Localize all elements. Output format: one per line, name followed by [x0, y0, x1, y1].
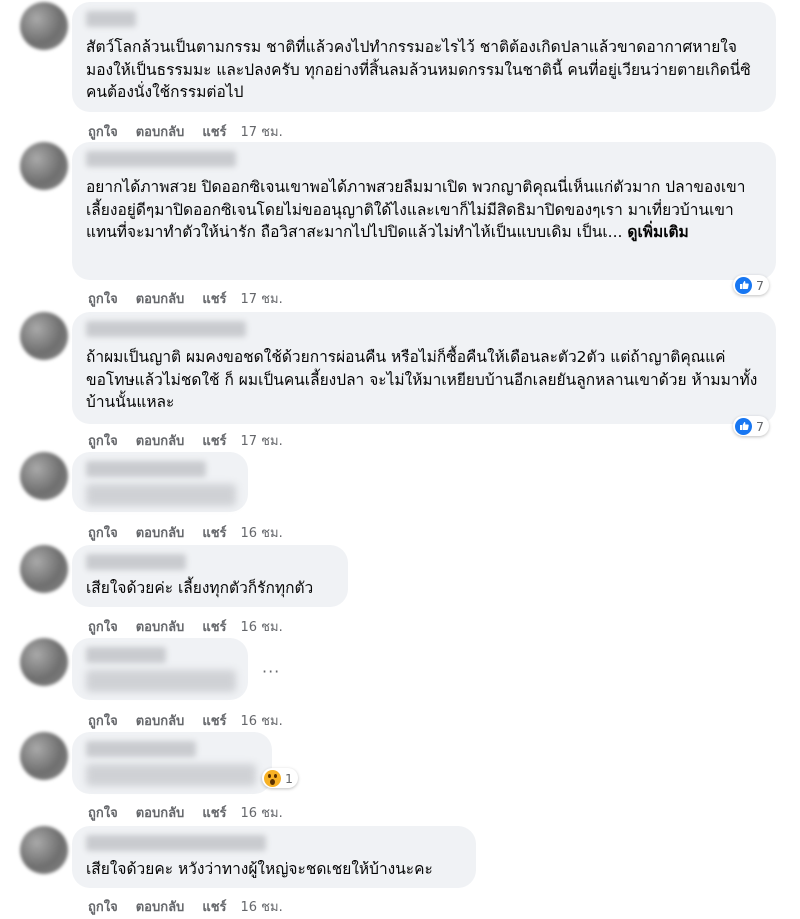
comment-actions: ถูกใจ ตอบกลับ แชร์ 16 ชม.	[88, 616, 301, 637]
avatar[interactable]	[20, 732, 68, 780]
comment-bubble: ถ้าผมเป็นญาติ ผมคงขอชดใช้ด้วยการผ่อนคืน …	[72, 312, 776, 424]
commenter-name-redacted[interactable]	[86, 835, 266, 851]
avatar[interactable]	[20, 452, 68, 500]
reaction-count-text: 1	[285, 770, 293, 786]
comment-actions: ถูกใจ ตอบกลับ แชร์ 16 ชม.	[88, 710, 301, 731]
comment-text: เสียใจด้วยคะ หวังว่าทางผู้ใหญ่จะชดเชยให้…	[86, 860, 433, 878]
commenter-name-redacted[interactable]	[86, 321, 246, 337]
comment-timestamp[interactable]: 16 ชม.	[241, 896, 283, 917]
comment-bubble: สัตว์โลกล้วนเป็นตามกรรม ชาติที่แล้วคงไปท…	[72, 2, 776, 112]
like-button[interactable]: ถูกใจ	[88, 522, 118, 543]
reaction-count-text: 7	[756, 418, 764, 434]
share-button[interactable]: แชร์	[202, 288, 226, 309]
comment-timestamp[interactable]: 16 ชม.	[241, 522, 283, 543]
reply-button[interactable]: ตอบกลับ	[136, 288, 185, 309]
reply-button[interactable]: ตอบกลับ	[136, 896, 185, 917]
comment-bubble	[72, 732, 272, 794]
avatar[interactable]	[20, 638, 68, 686]
like-button[interactable]: ถูกใจ	[88, 710, 118, 731]
share-button[interactable]: แชร์	[202, 896, 226, 917]
reply-button[interactable]: ตอบกลับ	[136, 430, 185, 451]
comment-timestamp[interactable]: 17 ชม.	[241, 121, 283, 142]
reaction-count[interactable]: 7	[733, 275, 769, 295]
see-more-link[interactable]: ดูเพิ่มเติม	[627, 223, 688, 241]
comment-actions: ถูกใจ ตอบกลับ แชร์ 16 ชม.	[88, 802, 301, 823]
share-button[interactable]: แชร์	[202, 121, 226, 142]
comment-timestamp[interactable]: 16 ชม.	[241, 802, 283, 823]
avatar[interactable]	[20, 545, 68, 593]
like-button[interactable]: ถูกใจ	[88, 616, 118, 637]
like-icon	[735, 276, 752, 294]
like-button[interactable]: ถูกใจ	[88, 121, 118, 142]
reaction-count[interactable]: 7	[733, 416, 769, 436]
avatar[interactable]	[20, 312, 68, 360]
share-button[interactable]: แชร์	[202, 710, 226, 731]
reply-button[interactable]: ตอบกลับ	[136, 616, 185, 637]
comment-bubble: เสียใจด้วยคะ หวังว่าทางผู้ใหญ่จะชดเชยให้…	[72, 826, 476, 888]
avatar[interactable]	[20, 142, 68, 190]
comment-actions: ถูกใจ ตอบกลับ แชร์ 16 ชม.	[88, 522, 301, 543]
reply-button[interactable]: ตอบกลับ	[136, 710, 185, 731]
comment-text-redacted	[86, 484, 236, 506]
commenter-name-redacted[interactable]	[86, 151, 236, 167]
commenter-name-redacted[interactable]	[86, 741, 196, 757]
comment-actions: ถูกใจ ตอบกลับ แชร์ 16 ชม.	[88, 896, 301, 917]
comment-text: สัตว์โลกล้วนเป็นตามกรรม ชาติที่แล้วคงไปท…	[86, 38, 751, 101]
reply-button[interactable]: ตอบกลับ	[136, 121, 185, 142]
commenter-name-redacted[interactable]	[86, 461, 206, 477]
comment-timestamp[interactable]: 16 ชม.	[241, 710, 283, 731]
comment-timestamp[interactable]: 17 ชม.	[241, 288, 283, 309]
like-button[interactable]: ถูกใจ	[88, 288, 118, 309]
share-button[interactable]: แชร์	[202, 802, 226, 823]
wow-icon	[264, 769, 281, 787]
reaction-count-text: 7	[756, 277, 764, 293]
comment-bubble	[72, 452, 248, 512]
share-button[interactable]: แชร์	[202, 522, 226, 543]
share-button[interactable]: แชร์	[202, 430, 226, 451]
share-button[interactable]: แชร์	[202, 616, 226, 637]
comment-text: อยากได้ภาพสวย ปิดออกซิเจนเขาพอได้ภาพสวยล…	[86, 176, 764, 244]
comment-text: ถ้าผมเป็นญาติ ผมคงขอชดใช้ด้วยการผ่อนคืน …	[86, 348, 758, 411]
comment-actions: ถูกใจ ตอบกลับ แชร์ 17 ชม.	[88, 288, 301, 309]
reply-button[interactable]: ตอบกลับ	[136, 802, 185, 823]
commenter-name-redacted[interactable]	[86, 554, 186, 570]
like-button[interactable]: ถูกใจ	[88, 430, 118, 451]
like-icon	[735, 417, 752, 435]
comment-actions: ถูกใจ ตอบกลับ แชร์ 17 ชม.	[88, 121, 301, 142]
comment-bubble	[72, 638, 248, 700]
comment-actions: ถูกใจ ตอบกลับ แชร์ 17 ชม.	[88, 430, 301, 451]
reaction-count[interactable]: 1	[262, 768, 298, 788]
comment-bubble: อยากได้ภาพสวย ปิดออกซิเจนเขาพอได้ภาพสวยล…	[72, 142, 776, 280]
commenter-name-redacted[interactable]	[86, 11, 136, 27]
avatar[interactable]	[20, 2, 68, 50]
comment-text-redacted	[86, 764, 256, 786]
comment-bubble: เสียใจด้วยค่ะ เลี้ยงทุกตัวก็รักทุกตัว	[72, 545, 348, 607]
comment-text: เสียใจด้วยค่ะ เลี้ยงทุกตัวก็รักทุกตัว	[86, 579, 314, 597]
like-button[interactable]: ถูกใจ	[88, 802, 118, 823]
comment-timestamp[interactable]: 17 ชม.	[241, 430, 283, 451]
more-options-icon[interactable]: ···	[262, 662, 280, 681]
like-button[interactable]: ถูกใจ	[88, 896, 118, 917]
commenter-name-redacted[interactable]	[86, 647, 166, 663]
comment-text-redacted	[86, 670, 236, 692]
comment-timestamp[interactable]: 16 ชม.	[241, 616, 283, 637]
avatar[interactable]	[20, 826, 68, 874]
reply-button[interactable]: ตอบกลับ	[136, 522, 185, 543]
